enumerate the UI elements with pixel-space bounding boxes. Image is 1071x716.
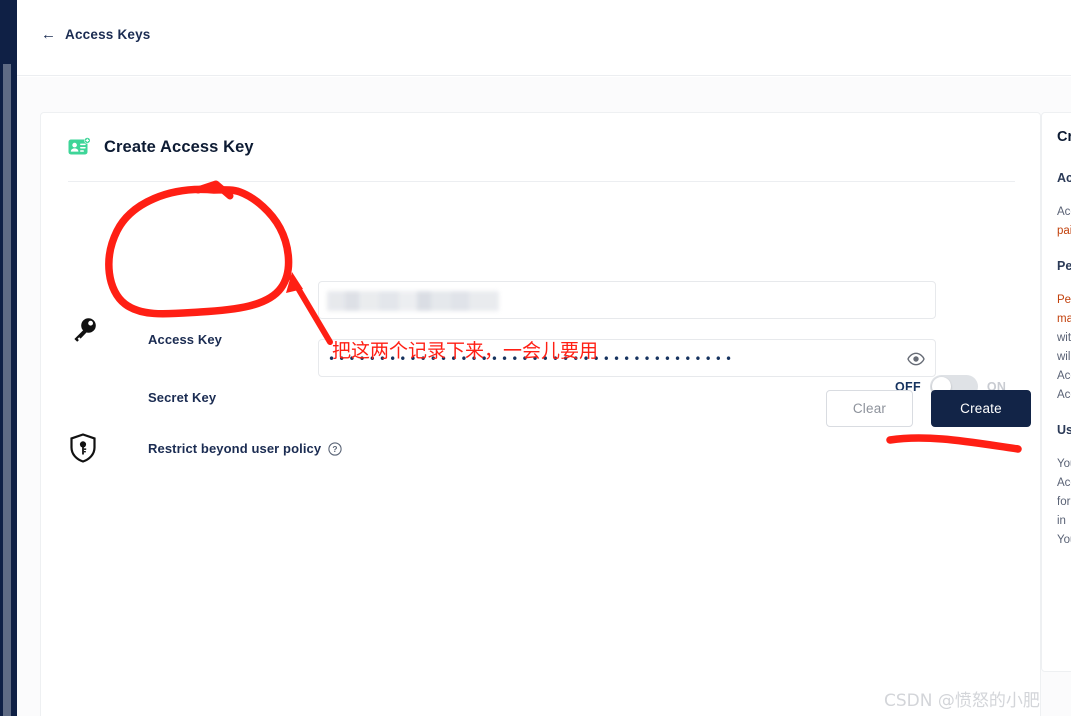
side-panel-text: with: [1057, 332, 1071, 344]
question-circle-icon[interactable]: ?: [328, 441, 342, 456]
card-header: Create Access Key: [41, 113, 1040, 181]
side-panel-text: may be: [1057, 313, 1071, 325]
side-panel-text: pairs of: [1057, 225, 1071, 237]
side-panel-text: Access Key: [1057, 370, 1071, 382]
side-panel-heading: Create Access Key: [1057, 129, 1071, 145]
side-panel-text: You: [1057, 458, 1071, 470]
arrow-left-icon: ←: [41, 26, 56, 43]
page-title: Create Access Key: [104, 137, 254, 156]
side-panel-text: You: [1057, 534, 1071, 546]
eye-icon[interactable]: [907, 351, 925, 367]
create-button[interactable]: Create: [931, 390, 1031, 427]
rail-scrollbar-track-top[interactable]: [3, 0, 11, 64]
card-header-divider: [68, 181, 1015, 182]
id-card-plus-icon: [68, 136, 91, 154]
access-key-redacted-value: [327, 291, 499, 311]
side-panel-text: will be: [1057, 351, 1071, 363]
secret-key-label: Secret Key: [148, 390, 217, 405]
side-panel-text: Permissions: [1057, 294, 1071, 306]
side-panel-section-permissions: Permissions: [1057, 259, 1071, 273]
access-key-label: Access Key: [148, 332, 222, 347]
restrict-policy-row: Restrict beyond user policy ?: [148, 441, 342, 456]
chinese-annotation-note: 把这两个记录下来，一会儿要用: [332, 340, 599, 362]
key-icon: [74, 318, 96, 342]
side-panel-text: Access Keys are: [1057, 206, 1071, 218]
left-navigation-rail: [0, 0, 11, 716]
create-access-key-card: Create Access Key Access Key Secret Key …: [40, 112, 1041, 716]
back-to-access-keys-link[interactable]: ← Access Keys: [41, 27, 151, 42]
side-panel-text: Access: [1057, 477, 1071, 489]
shield-key-icon: [70, 433, 96, 463]
side-panel-section-usage: Usage: [1057, 423, 1071, 437]
side-panel-section-access-keys: Access Keys: [1057, 171, 1071, 185]
form-action-buttons: Clear Create: [826, 390, 1031, 427]
side-panel-text: Account: [1057, 389, 1071, 401]
help-side-panel: Create Access Key Access Keys Access Key…: [1041, 112, 1071, 672]
side-panel-text: in: [1057, 515, 1066, 527]
csdn-watermark: CSDN @愤怒的小肥: [884, 691, 1040, 711]
clear-button[interactable]: Clear: [826, 390, 913, 427]
breadcrumb-label: Access Keys: [65, 27, 151, 42]
restrict-policy-label: Restrict beyond user policy: [148, 441, 322, 456]
app-root: ← Access Keys Create Access Key Access K…: [0, 0, 1071, 716]
side-panel-text: for: [1057, 496, 1071, 508]
access-key-input[interactable]: [318, 281, 936, 319]
page-topbar: ← Access Keys: [17, 0, 1071, 76]
svg-text:?: ?: [333, 444, 338, 454]
rail-scrollbar-thumb[interactable]: [3, 0, 11, 716]
card-title-row: Create Access Key: [68, 136, 254, 158]
